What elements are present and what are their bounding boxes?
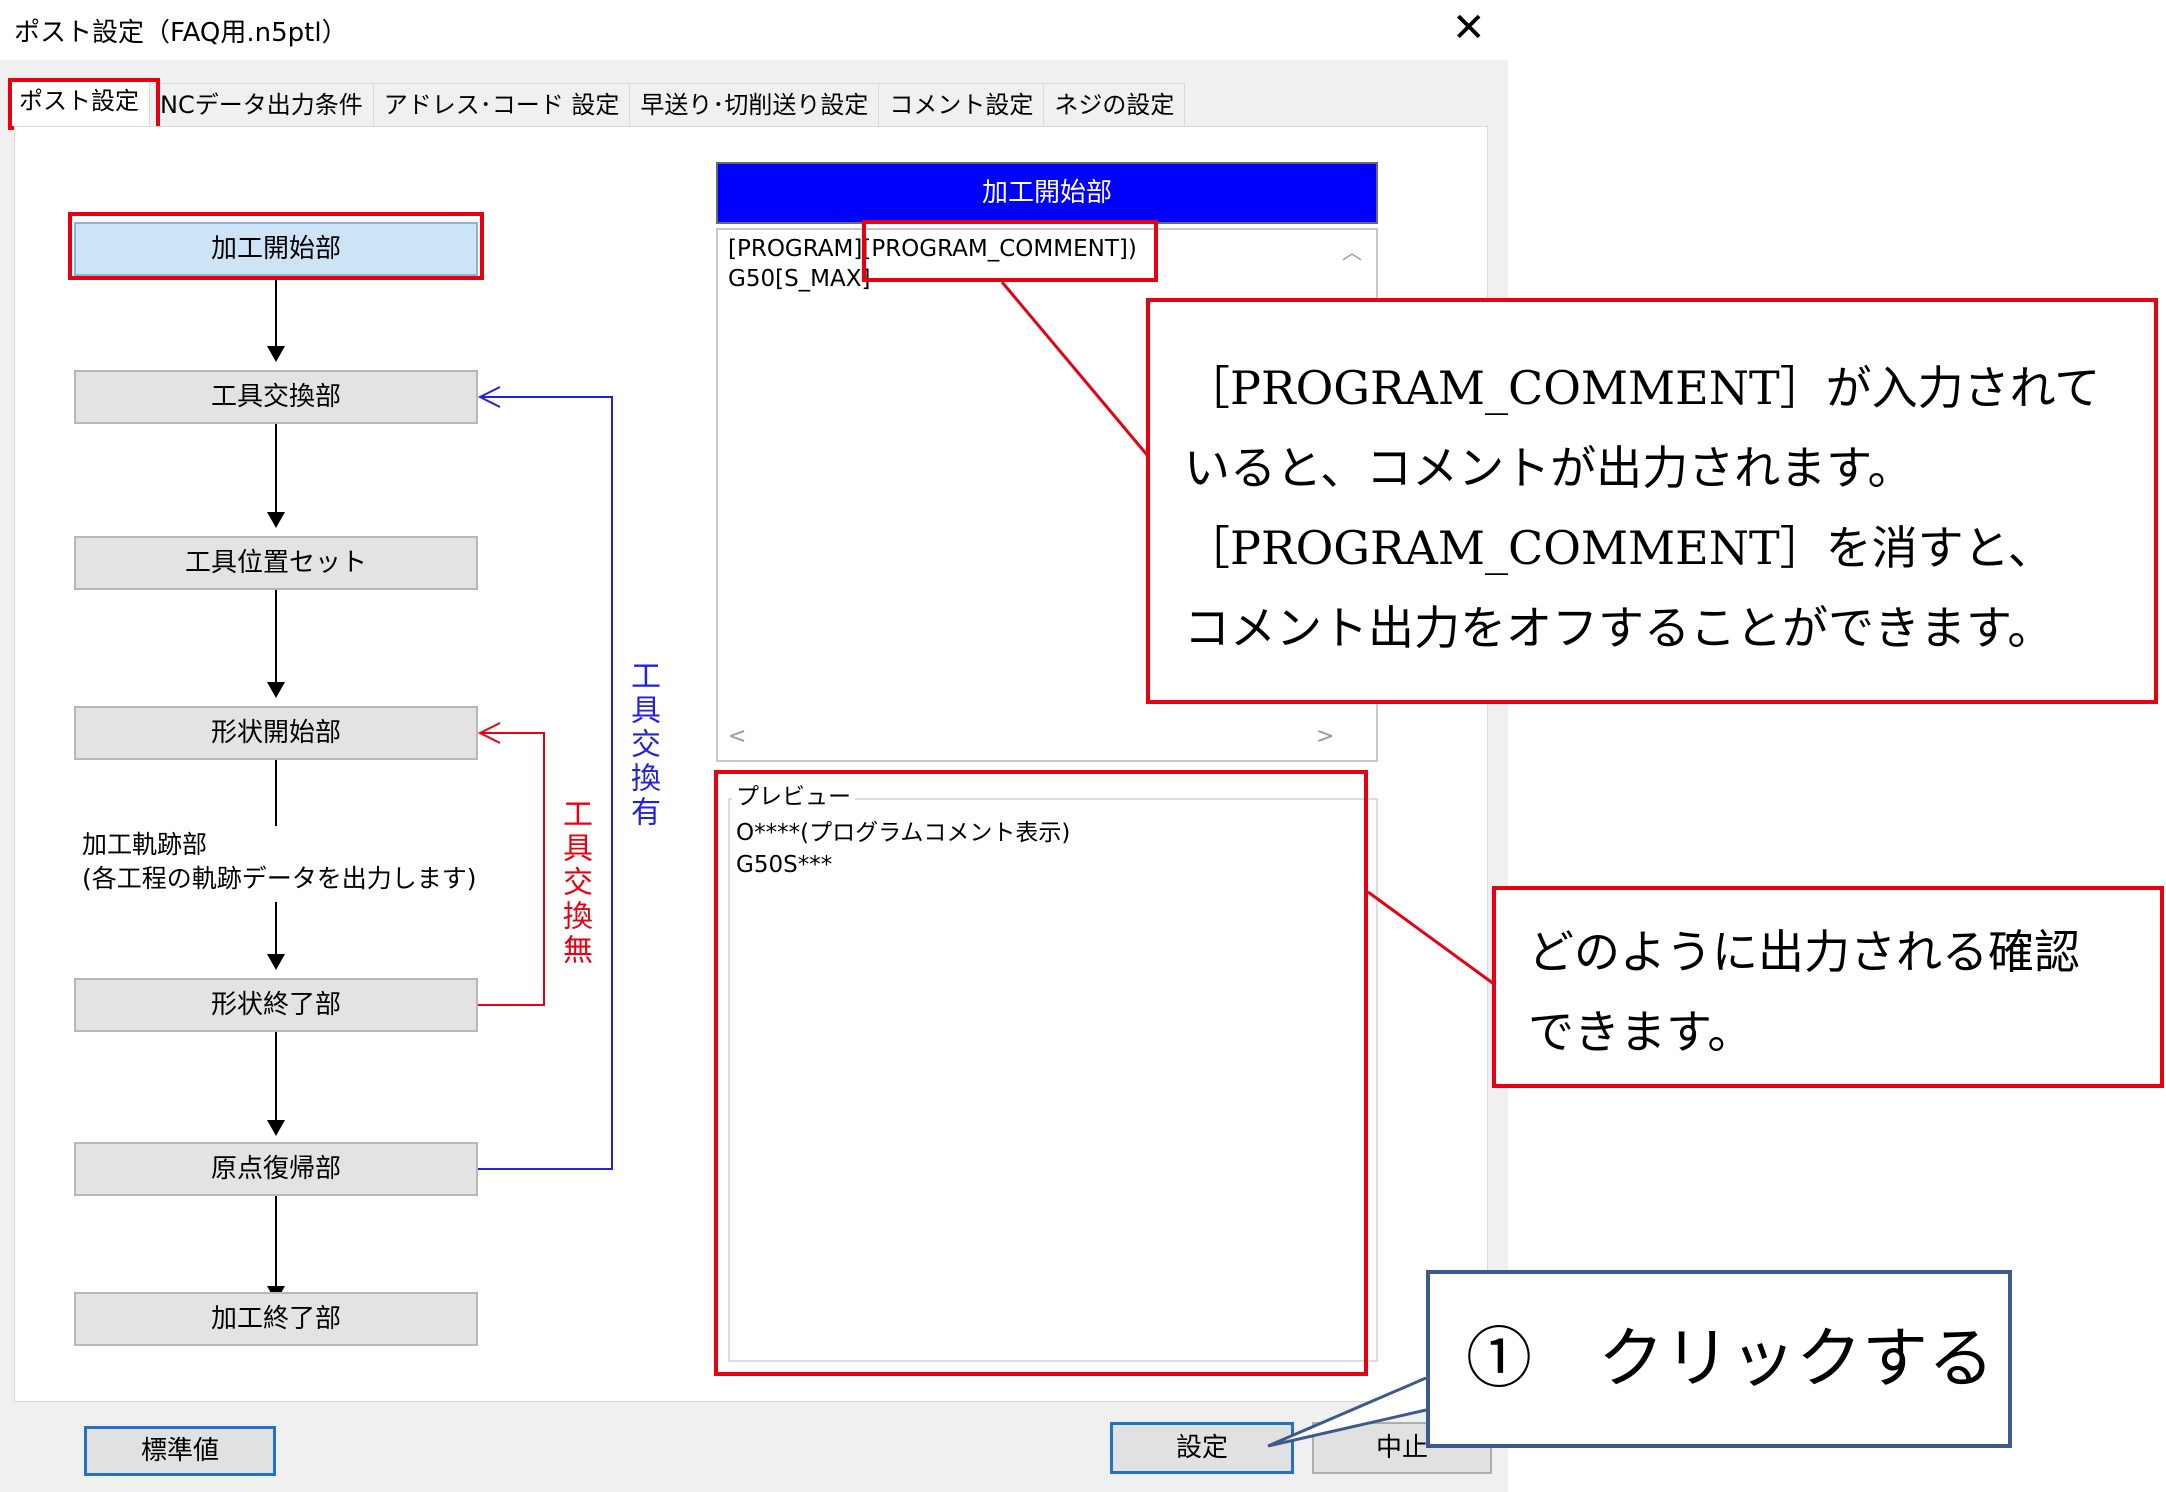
preview-explanation-callout: どのように出力される確認 できます。 <box>1492 886 2164 1088</box>
annotation-connectors <box>1000 281 1495 1448</box>
comment-note-line-3: ［PROGRAM_COMMENT］を消すと、 <box>1184 521 2054 575</box>
preview-note-line-1: どのように出力される確認 <box>1528 925 2080 979</box>
comment-note-line-2: いると、コメントが出力されます。 <box>1184 441 1914 495</box>
click-instruction-callout: ① クリックする <box>1426 1270 2012 1448</box>
comment-note-line-1: ［PROGRAM_COMMENT］が入力されて <box>1184 361 2101 415</box>
comment-note-line-4: コメント出力をオフすることができます。 <box>1184 601 2054 655</box>
preview-note-line-2: できます。 <box>1528 1005 1754 1059</box>
comment-explanation-callout: ［PROGRAM_COMMENT］が入力されて いると、コメントが出力されます。… <box>1146 298 2158 704</box>
